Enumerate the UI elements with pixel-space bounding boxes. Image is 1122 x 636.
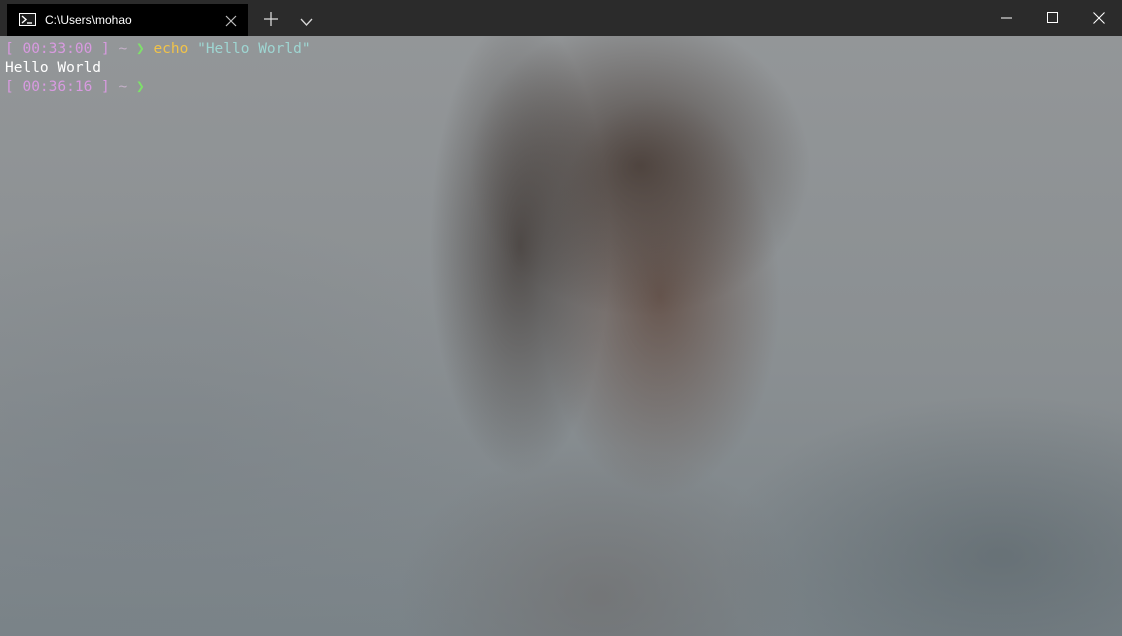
chevron-down-icon[interactable] [300,14,313,26]
command-output: Hello World [5,60,102,76]
tab-title: C:\Users\mohao [45,13,132,27]
minimize-button[interactable] [984,0,1030,36]
prompt-arrow: ❯ [135,79,145,95]
prompt-time: [ 00:33:00 ] [5,41,110,57]
minimize-icon [1001,17,1012,19]
close-icon [1093,12,1105,24]
close-button[interactable] [1076,0,1122,36]
powershell-icon [19,13,36,26]
terminal-line-1: [ 00:33:00 ] ~ ❯ echo "Hello World" [5,40,311,59]
maximize-button[interactable] [1030,0,1076,36]
command-argument: "Hello World" [197,41,311,57]
tab-active[interactable]: C:\Users\mohao [7,4,248,36]
command-text: echo [153,41,189,57]
terminal-pane[interactable]: [ 00:33:00 ] ~ ❯ echo "Hello World" Hell… [0,36,1122,636]
prompt-path: ~ [118,41,128,57]
terminal-line-2: Hello World [5,59,101,78]
prompt-arrow: ❯ [135,41,145,57]
maximize-icon [1047,12,1058,23]
new-tab-plus-icon[interactable] [264,12,278,26]
prompt-time: [ 00:36:16 ] [5,79,110,95]
terminal-line-3: [ 00:36:16 ] ~ ❯ [5,78,145,97]
prompt-path: ~ [118,79,128,95]
title-bar: C:\Users\mohao [0,0,1122,36]
tab-close-icon[interactable] [225,14,237,27]
